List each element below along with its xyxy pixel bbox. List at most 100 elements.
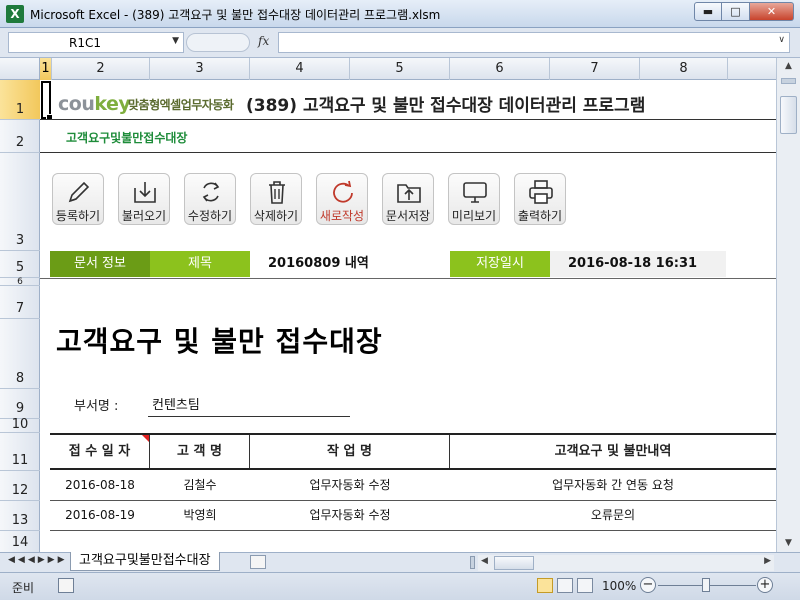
insert-function-icon[interactable]: fx [258,34,269,48]
zoom-slider-knob[interactable] [702,578,710,592]
cell-customer[interactable]: 박영희 [150,501,250,530]
logo-tagline: 맞춤형엑셀업무자동화 [128,98,234,112]
select-all-corner[interactable] [0,58,40,80]
scroll-left-arrow-icon[interactable]: ◀ [481,556,488,566]
sheet-nav-arrows-icon[interactable]: ◀◀◀▶▶▶ [8,555,68,565]
name-box[interactable]: R1C1 ▼ [8,32,184,53]
row-header[interactable]: 14 [0,531,40,552]
row-header[interactable]: 6 [0,277,40,287]
download-tray-icon [134,182,156,203]
subject-label: 제목 [150,251,250,277]
zoom-out-icon[interactable]: − [640,577,656,593]
column-header[interactable]: 7 [550,58,640,80]
row-header[interactable]: 11 [0,433,40,471]
normal-view-icon[interactable] [537,578,553,593]
row-header[interactable]: 3 [0,153,40,251]
row-header[interactable]: 1 [0,80,40,120]
active-cell-r1c1[interactable] [41,81,53,121]
print-button-label: 출력하기 [517,209,563,223]
formula-bar: R1C1 ▼ fx ∨ [0,28,800,58]
column-header[interactable]: 6 [450,58,550,80]
delete-button-label: 삭제하기 [253,209,299,223]
scroll-down-arrow-icon[interactable]: ▼ [777,535,800,552]
doc-info-label: 문서 정보 [50,251,150,277]
table-row[interactable]: 2016-08-18 김철수 업무자동화 수정 업무자동화 간 연동 요청 [50,471,776,501]
table-header: 접 수 일 자 고 객 명 작 업 명 고객요구 및 불만내역 [50,433,776,470]
name-box-value: R1C1 [69,36,101,50]
divider [40,278,776,279]
zoom-level[interactable]: 100% [602,579,636,593]
cell-task[interactable]: 업무자동화 수정 [250,471,450,500]
subject-value[interactable]: 20160809 내역 [250,251,450,277]
cell-task[interactable]: 업무자동화 수정 [250,501,450,530]
trash-icon [269,181,285,204]
comment-indicator-icon[interactable] [142,435,149,442]
row-header[interactable]: 8 [0,319,40,389]
vertical-scrollbar[interactable]: ▲ ▼ [776,58,800,552]
window-controls: ▬ □ ✕ [694,2,794,21]
divider [40,152,776,153]
column-header-customer[interactable]: 고 객 명 [150,435,250,468]
column-header-task[interactable]: 작 업 명 [250,435,450,468]
printer-icon [529,180,553,204]
table-row[interactable]: 2016-08-19 박영희 업무자동화 수정 오류문의 [50,501,776,531]
macro-record-icon[interactable] [58,578,74,593]
insert-sheet-icon[interactable] [250,555,266,569]
close-button[interactable]: ✕ [750,2,794,21]
column-header[interactable]: 1 [40,58,52,80]
column-header[interactable]: 8 [640,58,728,80]
column-header-complaint[interactable]: 고객요구 및 불만내역 [450,435,776,468]
row-headers: 1 2 3 5 6 7 8 9 10 11 12 13 14 [0,80,40,552]
pencil-icon [68,181,90,203]
saved-at-value[interactable]: 2016-08-18 16:31 [550,251,726,277]
column-header[interactable]: 4 [250,58,350,80]
worksheet-grid[interactable]: coukey 맞춤형엑셀업무자동화 (389) 고객요구 및 불만 접수대장 데… [40,80,776,552]
cell-complaint[interactable]: 오류문의 [450,501,776,530]
scroll-up-arrow-icon[interactable]: ▲ [777,58,800,75]
preview-button-label: 미리보기 [451,209,497,223]
new-doc-refresh-icon [333,180,353,203]
page-layout-view-icon[interactable] [557,578,573,593]
column-header[interactable]: 3 [150,58,250,80]
column-header[interactable]: 2 [52,58,150,80]
refresh-icon [202,182,220,202]
upload-folder-icon [397,184,421,203]
sheet-tab-bar: ◀◀◀▶▶▶ 고객요구및불만접수대장 ◀ ▶ [0,552,800,572]
row-header[interactable]: 7 [0,286,40,319]
monitor-icon [463,182,487,203]
department-label: 부서명 : [74,399,119,414]
scroll-right-arrow-icon[interactable]: ▶ [764,556,771,566]
department-value[interactable]: 컨텐츠팀 [152,394,200,413]
cell-date[interactable]: 2016-08-18 [50,471,150,500]
sheet-tab[interactable]: 고객요구및불만접수대장 [70,552,220,571]
tab-split-handle[interactable] [470,556,475,569]
horizontal-scrollbar[interactable]: ◀ ▶ [478,555,774,571]
zoom-in-icon[interactable]: + [757,577,773,593]
row-header[interactable]: 5 [0,251,40,278]
row-header[interactable]: 13 [0,501,40,531]
row-header[interactable]: 9 [0,389,40,419]
formula-input[interactable]: ∨ [278,32,790,53]
column-header[interactable]: 5 [350,58,450,80]
row-header[interactable]: 12 [0,471,40,501]
column-header-date[interactable]: 접 수 일 자 [50,435,150,468]
excel-app-icon[interactable]: X [6,5,24,23]
horizontal-scroll-thumb[interactable] [494,556,534,570]
chevron-down-icon[interactable]: ▼ [172,36,179,46]
row-header[interactable]: 2 [0,120,40,153]
split-handle[interactable] [781,78,796,84]
minimize-button[interactable]: ▬ [694,2,722,21]
row-header[interactable]: 10 [0,417,40,433]
formula-bar-resize-handle[interactable] [186,33,250,52]
save-document-button-label: 문서저장 [385,209,431,223]
coukey-logo: coukey [58,93,131,115]
cell-date[interactable]: 2016-08-19 [50,501,150,530]
vertical-scroll-thumb[interactable] [780,96,797,134]
cell-customer[interactable]: 김철수 [150,471,250,500]
department-underline [148,416,350,417]
cell-complaint[interactable]: 업무자동화 간 연동 요청 [450,471,776,500]
saved-at-label: 저장일시 [450,251,550,277]
expand-formula-icon[interactable]: ∨ [778,35,785,45]
maximize-button[interactable]: □ [722,2,750,21]
page-break-view-icon[interactable] [577,578,593,593]
